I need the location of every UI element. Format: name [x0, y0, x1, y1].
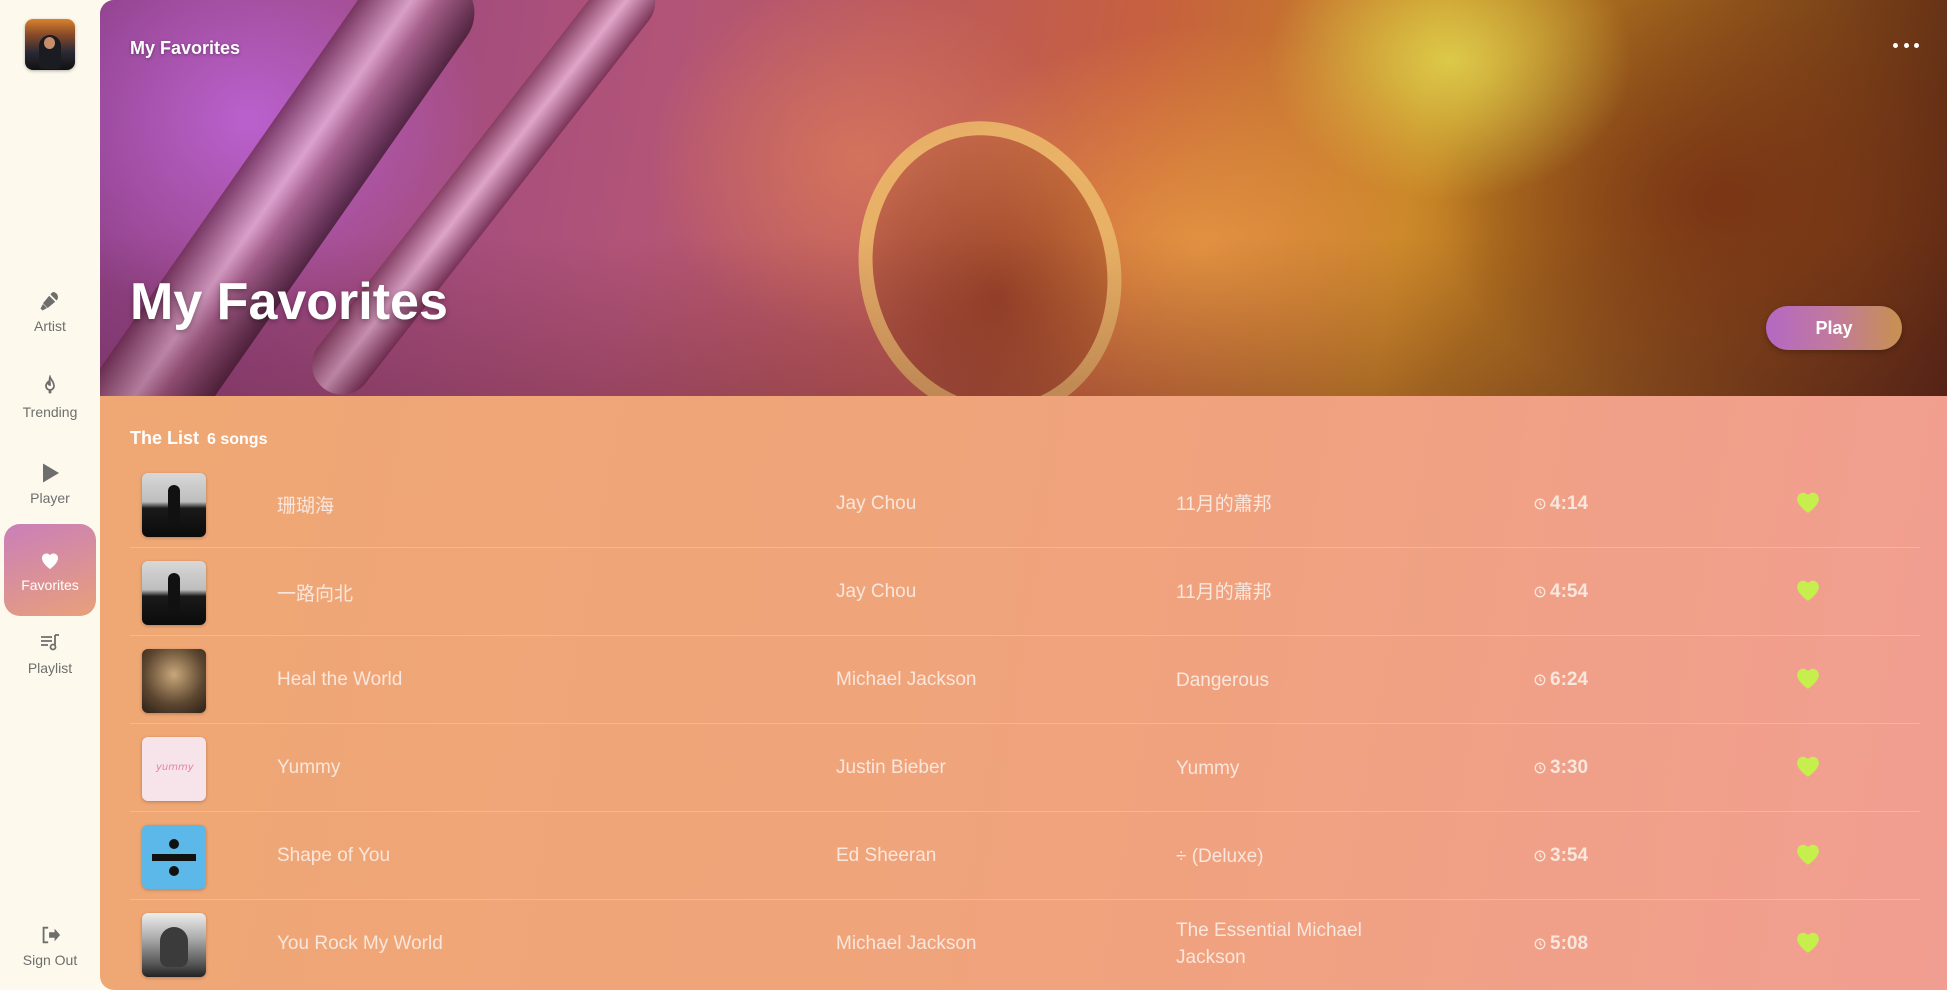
clock-icon	[1534, 498, 1546, 510]
sign-out-icon	[42, 926, 61, 944]
song-album[interactable]: Dangerous	[1176, 636, 1406, 724]
song-count: 6 songs	[207, 431, 268, 448]
play-icon	[43, 463, 59, 482]
song-title: 一路向北	[277, 583, 354, 605]
sidebar-item-artist[interactable]: Artist	[4, 272, 96, 350]
song-duration: 3:30	[1534, 724, 1654, 812]
album-cover	[142, 473, 206, 537]
song-title: Heal the World	[277, 669, 403, 690]
favorite-heart-icon[interactable]	[1795, 754, 1821, 778]
play-button[interactable]: Play	[1766, 306, 1902, 350]
sidebar-item-label: Playlist	[27, 659, 73, 676]
clock-icon	[1534, 938, 1546, 950]
song-row[interactable]: 一路向北 Jay Chou 11月的蕭邦 4:54	[130, 548, 1920, 636]
clock-icon	[1534, 586, 1546, 598]
song-duration: 4:54	[1534, 548, 1654, 636]
song-artist[interactable]: Michael Jackson	[836, 636, 1156, 724]
clock-icon	[1534, 674, 1546, 686]
sidebar-item-label: Trending	[22, 403, 78, 420]
clock-icon	[1534, 850, 1546, 862]
avatar-face	[44, 37, 55, 49]
page-header-title: My Favorites	[130, 38, 241, 58]
favorite-heart-icon[interactable]	[1795, 490, 1821, 514]
favorite-heart-icon[interactable]	[1795, 666, 1821, 690]
sidebar-item-label: Player	[30, 489, 70, 506]
more-options-icon[interactable]	[1893, 38, 1919, 52]
song-title: 珊瑚海	[277, 495, 335, 517]
sidebar: Artist Trending Player Favorites Playlis…	[0, 0, 100, 990]
song-list: 珊瑚海 Jay Chou 11月的蕭邦 4:14 一路向北 Jay Chou 1…	[130, 460, 1920, 988]
song-artist[interactable]: Jay Chou	[836, 460, 1156, 548]
song-row[interactable]: Shape of You Ed Sheeran ÷ (Deluxe) 3:54	[130, 812, 1920, 900]
album-cover	[142, 561, 206, 625]
song-artist[interactable]: Justin Bieber	[836, 724, 1156, 812]
favorite-heart-icon[interactable]	[1795, 842, 1821, 866]
duration-text: 5:08	[1550, 933, 1589, 954]
duration-text: 4:14	[1550, 493, 1589, 514]
list-header: The List 6 songs	[130, 428, 267, 449]
sidebar-item-playlist[interactable]: Playlist	[4, 614, 96, 692]
sidebar-item-player[interactable]: Player	[4, 444, 96, 522]
sidebar-item-favorites[interactable]: Favorites	[4, 524, 96, 616]
duration-text: 6:24	[1550, 669, 1589, 690]
avatar[interactable]	[25, 19, 75, 70]
song-artist[interactable]: Jay Chou	[836, 548, 1156, 636]
favorite-heart-icon[interactable]	[1795, 930, 1821, 954]
song-duration: 5:08	[1534, 900, 1654, 988]
song-album[interactable]: 11月的蕭邦	[1176, 548, 1406, 636]
song-title: Yummy	[277, 757, 341, 778]
duration-text: 3:30	[1550, 757, 1589, 778]
song-artist[interactable]: Ed Sheeran	[836, 812, 1156, 900]
flame-icon	[45, 374, 55, 393]
song-row[interactable]: Heal the World Michael Jackson Dangerous…	[130, 636, 1920, 724]
sign-out-label: Sign Out	[22, 952, 78, 968]
microphone-icon	[40, 291, 58, 310]
playlist-icon	[41, 633, 59, 650]
song-album[interactable]: Yummy	[1176, 724, 1406, 812]
duration-text: 4:54	[1550, 581, 1589, 602]
song-album[interactable]: The Essential Michael Jackson	[1176, 900, 1406, 988]
album-cover	[142, 913, 206, 977]
song-artist[interactable]: Michael Jackson	[836, 900, 1156, 988]
list-title: The List	[130, 428, 200, 448]
song-duration: 6:24	[1534, 636, 1654, 724]
song-duration: 3:54	[1534, 812, 1654, 900]
main-panel: My Favorites My Favorites Play The List 6…	[100, 0, 1947, 990]
song-album[interactable]: ÷ (Deluxe)	[1176, 812, 1406, 900]
album-cover	[142, 649, 206, 713]
page-title: My Favorites	[130, 273, 448, 331]
sidebar-item-label: Favorites	[21, 576, 79, 593]
sign-out-button[interactable]: Sign Out	[4, 916, 96, 976]
song-title: You Rock My World	[277, 933, 443, 954]
song-row[interactable]: You Rock My World Michael Jackson The Es…	[130, 900, 1920, 988]
clock-icon	[1534, 762, 1546, 774]
song-row[interactable]: Yummy Justin Bieber Yummy 3:30	[130, 724, 1920, 812]
sidebar-item-trending[interactable]: Trending	[4, 358, 96, 436]
sidebar-item-label: Artist	[34, 317, 66, 334]
duration-text: 3:54	[1550, 845, 1589, 866]
album-cover	[142, 825, 206, 889]
heart-icon	[42, 553, 58, 569]
song-duration: 4:14	[1534, 460, 1654, 548]
song-album[interactable]: 11月的蕭邦	[1176, 460, 1406, 548]
song-row[interactable]: 珊瑚海 Jay Chou 11月的蕭邦 4:14	[130, 460, 1920, 548]
album-cover	[142, 737, 206, 801]
song-title: Shape of You	[277, 845, 391, 866]
favorite-heart-icon[interactable]	[1795, 578, 1821, 602]
hero-banner: My Favorites My Favorites Play	[100, 0, 1947, 396]
